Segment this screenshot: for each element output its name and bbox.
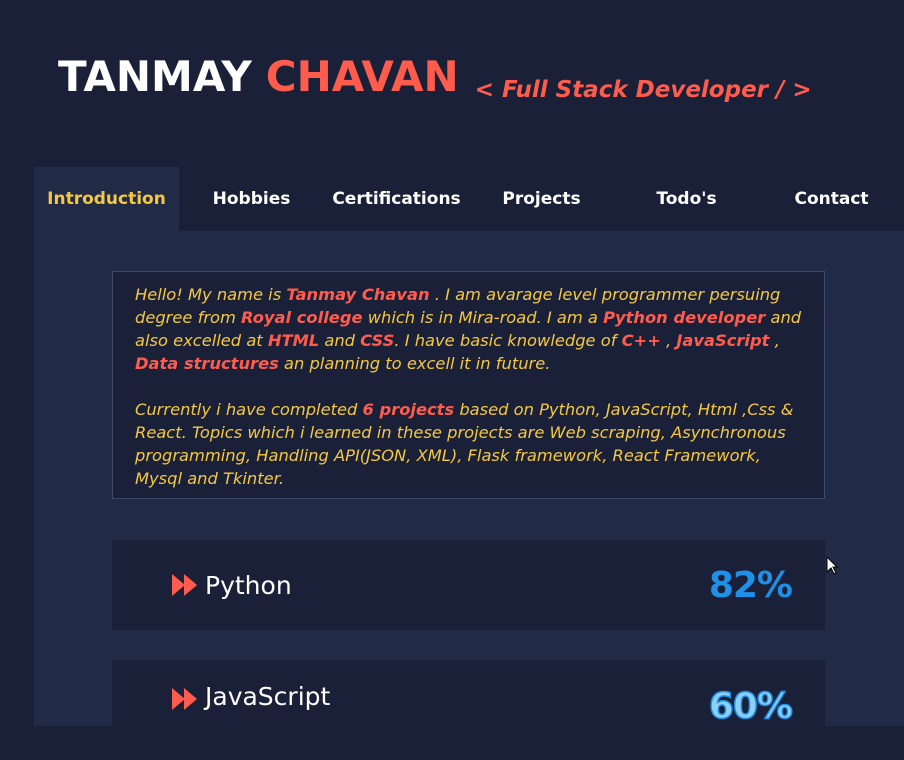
highlight-python-developer: Python developer: [603, 308, 766, 327]
intro-text: Hello! My name is: [135, 285, 287, 304]
intro-text: ,: [660, 331, 677, 350]
skill-percent: 60%: [708, 685, 794, 728]
intro-paragraph-2: Currently i have completed 6 projects ba…: [135, 398, 802, 490]
highlight-data-structures: Data structures: [135, 354, 279, 373]
fast-forward-icon: [172, 574, 198, 596]
tab-introduction[interactable]: Introduction: [34, 167, 179, 231]
highlight-javascript: JavaScript: [676, 331, 770, 350]
skill-percent: 82%: [708, 564, 793, 606]
role-title: < Full Stack Developer / >: [474, 77, 812, 103]
skill-name: Python: [205, 570, 292, 600]
introduction-text-box: Hello! My name is Tanmay Chavan . I am a…: [112, 271, 825, 499]
highlight-projects-count: 6 projects: [362, 400, 455, 419]
tab-hobbies[interactable]: Hobbies: [179, 167, 324, 231]
intro-text: ,: [769, 331, 780, 350]
intro-text: which is in Mira-road. I am a: [362, 308, 604, 327]
intro-text: . I have basic knowledge of: [394, 331, 622, 350]
name-first: TANMAY: [58, 52, 252, 101]
site-header: TANMAY CHAVAN < Full Stack Developer / >: [58, 52, 812, 103]
tab-todos[interactable]: Todo's: [614, 167, 759, 231]
highlight-cpp: C++: [621, 331, 661, 350]
tab-projects[interactable]: Projects: [469, 167, 614, 231]
skill-card-python: Python 82%: [112, 540, 825, 630]
intro-paragraph-1: Hello! My name is Tanmay Chavan . I am a…: [135, 283, 802, 375]
intro-text: Currently i have completed: [135, 400, 363, 419]
intro-text: and: [319, 331, 361, 350]
highlight-name: Tanmay Chavan: [286, 285, 430, 304]
tab-bar: Introduction Hobbies Certifications Proj…: [34, 167, 904, 231]
fast-forward-icon: [172, 688, 198, 710]
highlight-html: HTML: [267, 331, 320, 350]
tab-contact[interactable]: Contact: [759, 167, 904, 231]
mouse-pointer-icon: [826, 555, 839, 580]
tab-certifications[interactable]: Certifications: [324, 167, 469, 231]
highlight-college: Royal college: [241, 308, 363, 327]
name-last: CHAVAN: [265, 52, 459, 101]
intro-text: an planning to excell it in future.: [278, 354, 551, 373]
highlight-css: CSS: [360, 331, 395, 350]
skill-name: JavaScript: [205, 682, 331, 711]
skill-card-javascript: JavaScript 60%: [112, 660, 825, 728]
